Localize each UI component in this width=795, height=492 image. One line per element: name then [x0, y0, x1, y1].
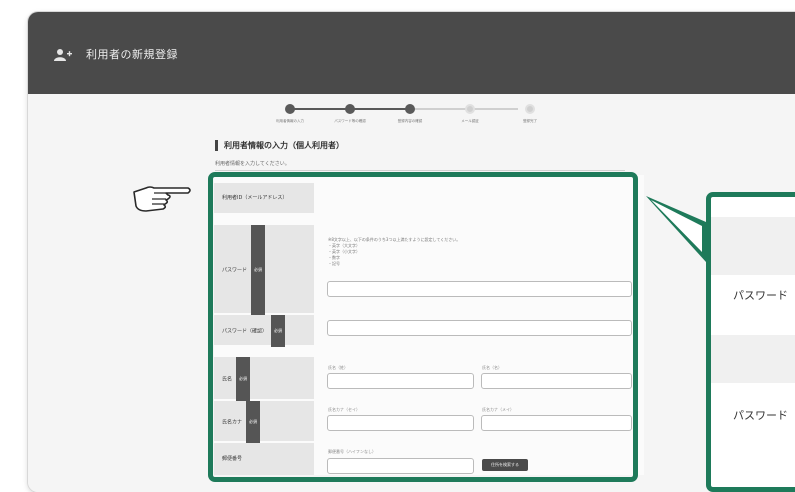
pointing-hand-icon	[133, 186, 191, 212]
zoom-panel: パスワード パスワード	[706, 192, 795, 492]
zoom-band	[711, 335, 795, 383]
zoom-password-confirm-label: パスワード	[733, 409, 788, 422]
callout-connector	[646, 196, 706, 262]
zoom-password-label: パスワード	[733, 289, 788, 302]
zoom-band	[711, 217, 795, 275]
